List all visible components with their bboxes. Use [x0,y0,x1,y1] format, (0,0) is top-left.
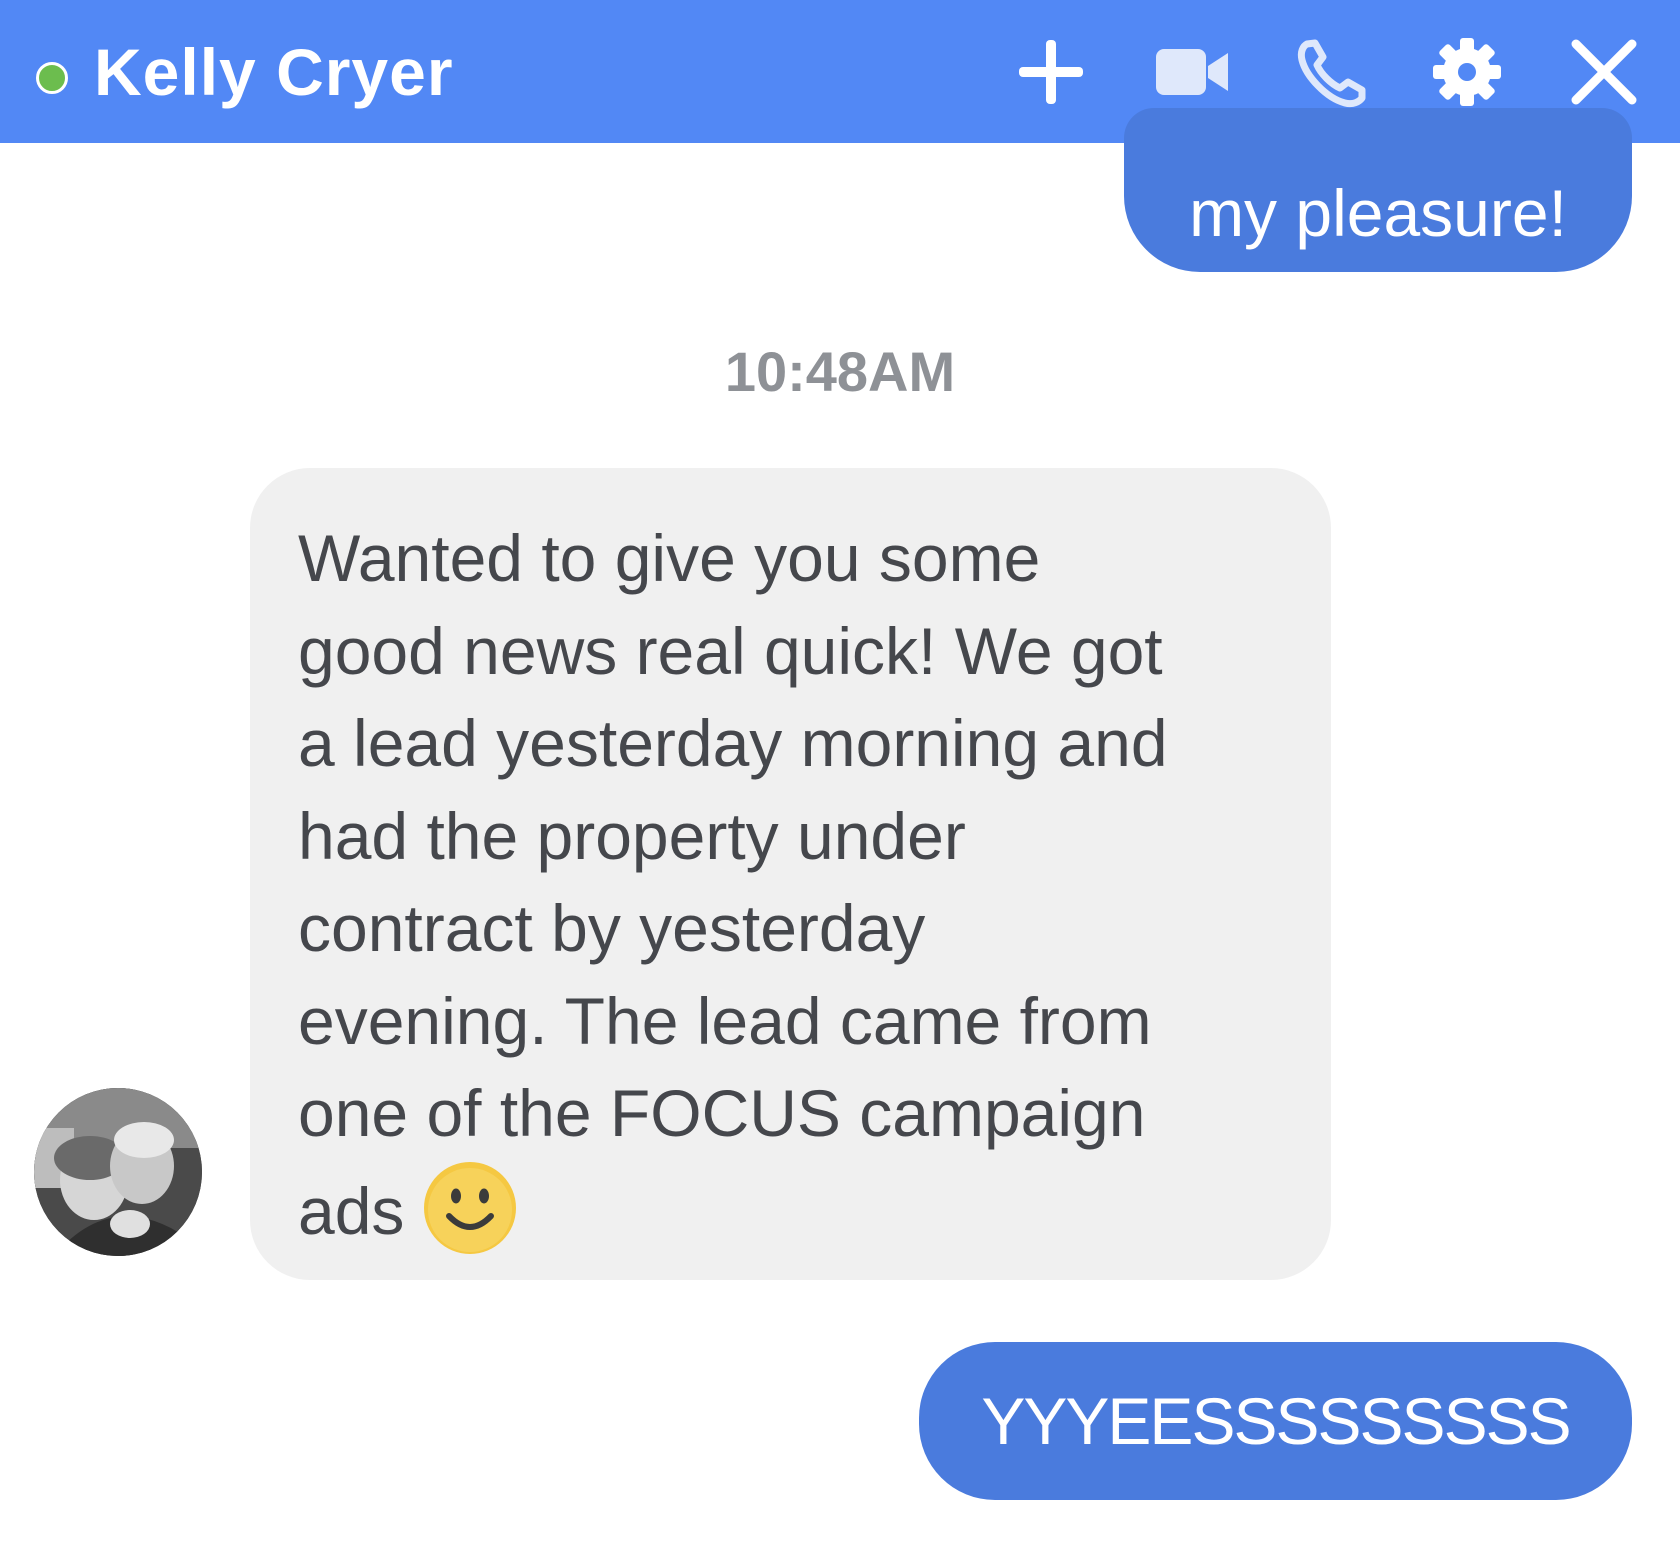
smiley-emoji-icon [422,1160,518,1256]
message-line-last: ads [298,1160,1291,1258]
chat-window: Kelly Cryer my pleasure! 10:48AM Wanted … [0,0,1680,1566]
message-timestamp: 10:48AM [724,340,956,403]
contact-avatar[interactable] [34,1088,202,1256]
incoming-message[interactable]: Wanted to give you some good news real q… [250,468,1331,1280]
message-line: good news real quick! We got [298,613,1163,688]
gear-icon[interactable] [1427,32,1507,112]
outgoing-message[interactable]: YYYEESSSSSSSSS [919,1342,1632,1500]
message-line: evening. The lead came from [298,983,1152,1058]
contact-name[interactable]: Kelly Cryer [94,34,454,110]
message-line-text: ads [298,1173,405,1248]
outgoing-message[interactable]: my pleasure! [1124,108,1632,272]
close-icon[interactable] [1564,32,1644,112]
add-icon[interactable] [1011,32,1091,112]
message-line: one of the FOCUS campaign [298,1076,1146,1150]
message-line: had the property under [298,798,966,873]
message-line: contract by yesterday [298,891,926,965]
video-camera-icon[interactable] [1152,32,1232,112]
message-line: Wanted to give you some [298,521,1041,595]
online-status-indicator [36,62,68,94]
message-line: a lead yesterday morning and [298,706,1168,780]
phone-icon[interactable] [1293,32,1373,112]
